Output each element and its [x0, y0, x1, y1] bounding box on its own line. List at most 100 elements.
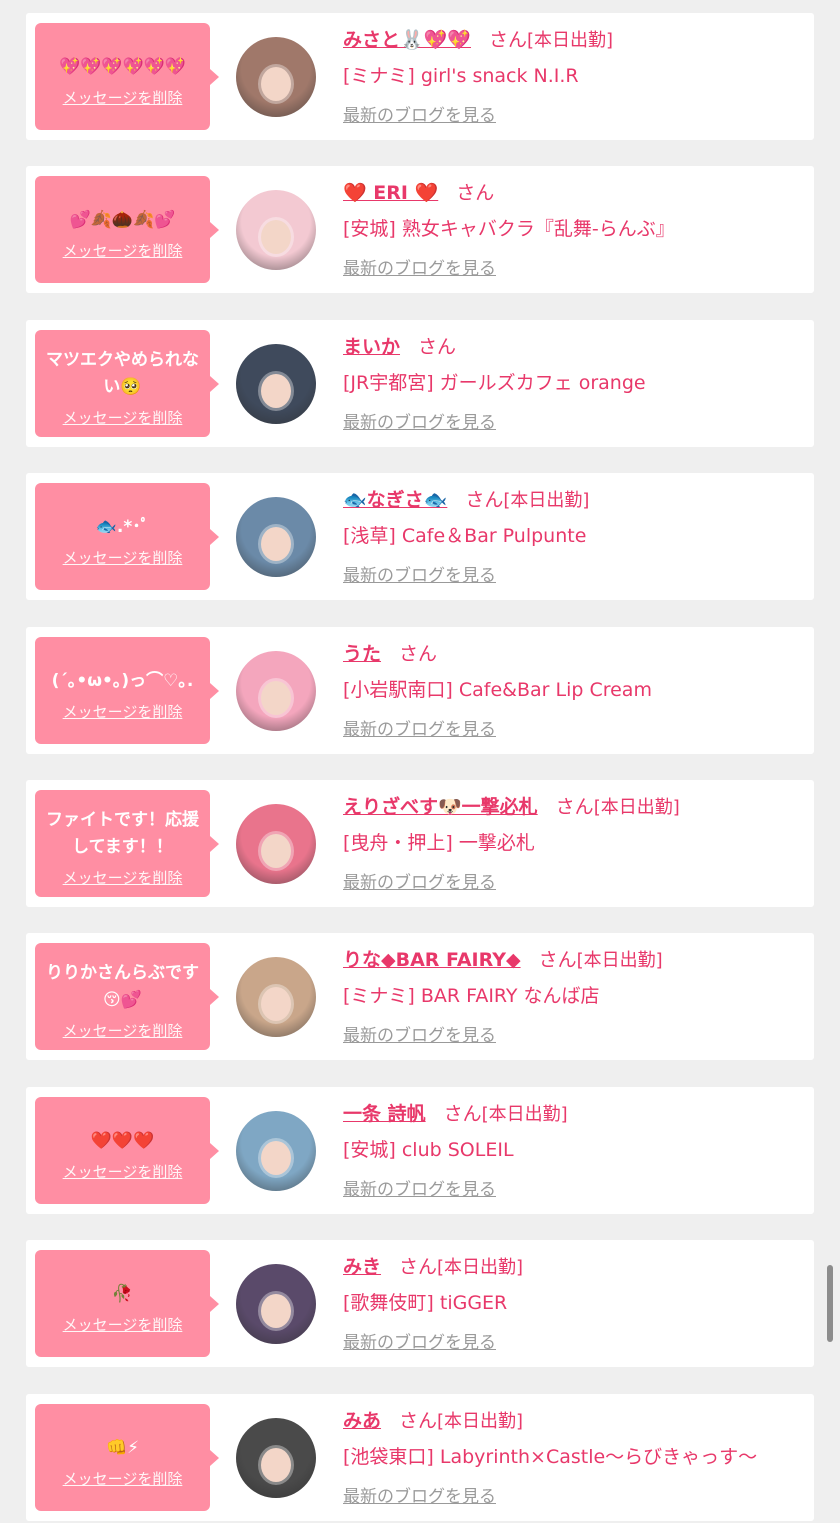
cast-name-link[interactable]: うた: [343, 639, 381, 666]
cast-name-link[interactable]: みあ: [343, 1406, 381, 1433]
working-today-badge: [本日出勤]: [437, 1411, 524, 1432]
honorific: さん: [538, 949, 577, 971]
message-text: ファイトです！応援してます！！: [46, 810, 199, 857]
name-row: えりざべす🐶一撃必札 さん [本日出勤]: [343, 792, 803, 824]
avatar-face: [261, 1141, 291, 1175]
latest-blog-link[interactable]: 最新のブログを見る: [343, 868, 496, 893]
avatar-face: [261, 67, 291, 101]
cast-info: みき さん [本日出勤] [歌舞伎町] tiGGER 最新のブログを見る: [343, 1252, 803, 1353]
latest-blog-link[interactable]: 最新のブログを見る: [343, 1021, 496, 1046]
cast-name-link[interactable]: みさと🐰💖💖: [343, 25, 471, 52]
shop-name: [安城] club SOLEIL: [343, 1139, 514, 1161]
favorite-card: マツエクやめられない🥺 メッセージを削除 まいか さん [JR宇都宮] ガールズカフェ …: [26, 320, 814, 447]
latest-blog-link[interactable]: 最新のブログを見る: [343, 1175, 496, 1200]
working-today-badge: [本日出勤]: [527, 30, 614, 51]
cast-info: まいか さん [JR宇都宮] ガールズカフェ orange 最新のブログを見る: [343, 332, 803, 433]
delete-message-link[interactable]: メッセージを削除: [63, 407, 183, 428]
favorite-card: 🐟.*･ﾟ メッセージを削除 🐟なぎさ🐟 さん [本日出勤] [浅草] Cafe＆Bar …: [26, 473, 814, 600]
honorific: さん: [418, 336, 457, 358]
latest-blog-link[interactable]: 最新のブログを見る: [343, 408, 496, 433]
name-row: みあ さん [本日出勤]: [343, 1406, 803, 1438]
avatar[interactable]: [236, 651, 316, 731]
shop-name: [浅草] Cafe＆Bar Pulpunte: [343, 525, 587, 547]
avatar[interactable]: [236, 804, 316, 884]
cast-name-link[interactable]: りな◆BAR FAIRY◆: [343, 945, 521, 972]
cast-info: うた さん [小岩駅南口] Cafe&Bar Lip Cream 最新のブログを見る: [343, 639, 803, 740]
latest-blog-link[interactable]: 最新のブログを見る: [343, 1482, 496, 1507]
message-bubble: 👊⚡ メッセージを削除: [35, 1404, 219, 1511]
cast-name-link[interactable]: まいか: [343, 332, 400, 359]
message-bubble: ファイトです！応援してます！！ メッセージを削除: [35, 790, 219, 897]
shop-name: [曳舟・押上] 一撃必札: [343, 832, 535, 854]
favorite-card: 🥀 メッセージを削除 みき さん [本日出勤] [歌舞伎町] tiGGER 最新のブログを見…: [26, 1240, 814, 1367]
latest-blog-link[interactable]: 最新のブログを見る: [343, 715, 496, 740]
shop-name: [JR宇都宮] ガールズカフェ orange: [343, 372, 646, 394]
avatar-face: [261, 527, 291, 561]
avatar[interactable]: [236, 37, 316, 117]
shop-name: [ミナミ] BAR FAIRY なんば店: [343, 985, 600, 1007]
delete-message-link[interactable]: メッセージを削除: [63, 240, 183, 261]
name-row: うた さん: [343, 639, 803, 671]
message-bubble: 🐟.*･ﾟ メッセージを削除: [35, 483, 219, 590]
honorific: さん: [399, 643, 438, 665]
avatar-face: [261, 834, 291, 868]
delete-message-link[interactable]: メッセージを削除: [63, 547, 183, 568]
avatar-face: [261, 1448, 291, 1482]
delete-message-link[interactable]: メッセージを削除: [63, 1468, 183, 1489]
working-today-badge: [本日出勤]: [576, 950, 663, 971]
cast-name-link[interactable]: えりざべす🐶一撃必札: [343, 792, 538, 819]
avatar[interactable]: [236, 1264, 316, 1344]
favorite-card: ❤️❤️❤️ メッセージを削除 一条 詩帆 さん [本日出勤] [安城] club SOL…: [26, 1087, 814, 1214]
message-bubble: 🥀 メッセージを削除: [35, 1250, 219, 1357]
message-text: ❤️❤️❤️: [90, 1130, 155, 1151]
favorite-card: (´｡•ω•｡)っ⌒♡｡. メッセージを削除 うた さん [小岩駅南口] Cafe&Ba…: [26, 627, 814, 754]
cast-name-link[interactable]: ❤️ ERI ❤️: [343, 181, 438, 204]
honorific: さん: [456, 182, 495, 204]
scrollbar[interactable]: [827, 1265, 833, 1342]
delete-message-link[interactable]: メッセージを削除: [63, 867, 183, 888]
message-bubble: 💖💖💖💖💖💖 メッセージを削除: [35, 23, 219, 130]
avatar-face: [261, 220, 291, 254]
message-text: 👊⚡: [105, 1437, 140, 1458]
avatar-face: [261, 1294, 291, 1328]
delete-message-link[interactable]: メッセージを削除: [63, 701, 183, 722]
latest-blog-link[interactable]: 最新のブログを見る: [343, 561, 496, 586]
delete-message-link[interactable]: メッセージを削除: [63, 87, 183, 108]
message-text: 💖💖💖💖💖💖: [58, 56, 186, 77]
working-today-badge: [本日出勤]: [437, 1257, 524, 1278]
avatar[interactable]: [236, 190, 316, 270]
message-text: 💕🍂🌰🍂💕: [69, 209, 176, 230]
working-today-badge: [本日出勤]: [481, 1104, 568, 1125]
shop-name: [ミナミ] girl's snack N.I.R: [343, 65, 579, 87]
message-text: りりかさんらぶです😚💕: [46, 963, 199, 1010]
avatar[interactable]: [236, 1418, 316, 1498]
latest-blog-link[interactable]: 最新のブログを見る: [343, 101, 496, 126]
delete-message-link[interactable]: メッセージを削除: [63, 1020, 183, 1041]
favorite-card: ファイトです！応援してます！！ メッセージを削除 えりざべす🐶一撃必札 さん [本日出勤…: [26, 780, 814, 907]
name-row: ❤️ ERI ❤️ さん: [343, 178, 803, 210]
cast-name-link[interactable]: 🐟なぎさ🐟: [343, 485, 447, 512]
latest-blog-link[interactable]: 最新のブログを見る: [343, 1328, 496, 1353]
avatar[interactable]: [236, 497, 316, 577]
favorite-card: 💖💖💖💖💖💖 メッセージを削除 みさと🐰💖💖 さん [本日出勤] [ミナミ] girl's…: [26, 13, 814, 140]
favorite-card: 👊⚡ メッセージを削除 みあ さん [本日出勤] [池袋東口] Labyrinth×Cas…: [26, 1394, 814, 1521]
shop-name: [安城] 熟女キャバクラ『乱舞-らんぶ』: [343, 218, 675, 240]
cast-name-link[interactable]: みき: [343, 1252, 381, 1279]
latest-blog-link[interactable]: 最新のブログを見る: [343, 254, 496, 279]
avatar-face: [261, 374, 291, 408]
honorific: さん: [443, 1103, 482, 1125]
delete-message-link[interactable]: メッセージを削除: [63, 1314, 183, 1335]
shop-name: [小岩駅南口] Cafe&Bar Lip Cream: [343, 679, 652, 701]
favorite-card: りりかさんらぶです😚💕 メッセージを削除 りな◆BAR FAIRY◆ さん [本日出勤]…: [26, 933, 814, 1060]
name-row: 一条 詩帆 さん [本日出勤]: [343, 1099, 803, 1131]
delete-message-link[interactable]: メッセージを削除: [63, 1161, 183, 1182]
message-text: (´｡•ω•｡)っ⌒♡｡.: [51, 670, 194, 691]
cast-name-link[interactable]: 一条 詩帆: [343, 1099, 426, 1126]
message-text: 🐟.*･ﾟ: [95, 516, 150, 537]
avatar[interactable]: [236, 1111, 316, 1191]
honorific: さん: [488, 29, 527, 51]
avatar[interactable]: [236, 344, 316, 424]
avatar[interactable]: [236, 957, 316, 1037]
name-row: みさと🐰💖💖 さん [本日出勤]: [343, 25, 803, 57]
message-bubble: 💕🍂🌰🍂💕 メッセージを削除: [35, 176, 219, 283]
